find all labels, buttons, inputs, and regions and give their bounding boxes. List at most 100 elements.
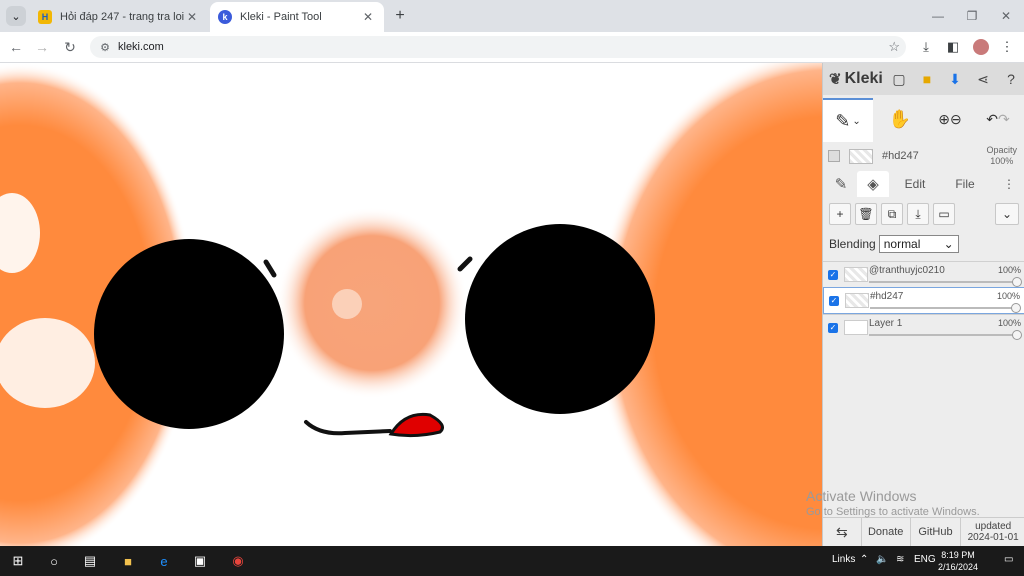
layer-thumbnail (845, 293, 869, 308)
zoom-controls: ⊕ ⊖ (927, 98, 973, 140)
download-icon[interactable]: ⤓ (916, 37, 936, 57)
hand-tool-button[interactable]: ✋ (875, 98, 925, 140)
chevron-down-icon[interactable]: ⌄ (852, 116, 860, 127)
new-image-icon[interactable]: ▢ (889, 69, 909, 89)
wifi-icon[interactable]: ≋ (896, 554, 904, 565)
zoom-out-icon[interactable]: ⊖ (950, 111, 962, 128)
close-tab-icon[interactable]: ✕ (360, 10, 376, 24)
tab-file[interactable]: File (943, 171, 987, 197)
open-folder-icon[interactable]: ■ (917, 69, 937, 89)
layer-visibility-checkbox[interactable]: ✓ (828, 322, 838, 333)
donate-link[interactable]: Donate (862, 518, 911, 546)
store-icon[interactable]: ▣ (190, 551, 210, 571)
blending-select[interactable]: normal ⌄ (878, 235, 959, 253)
layer-name: #hd247 (870, 291, 904, 302)
chevron-down-icon: ⌄ (943, 237, 954, 251)
layer-thumbnail (844, 267, 868, 282)
nose-blob (276, 207, 468, 399)
right-eyebrow (457, 256, 473, 272)
brush-tool-button[interactable]: ✎ ⌄ (823, 98, 873, 142)
more-options-icon[interactable]: ⋮ (999, 171, 1019, 197)
updated-date: 2024-01-01 (967, 532, 1019, 543)
profile-avatar[interactable] (973, 39, 989, 55)
close-tab-icon[interactable]: ✕ (184, 10, 200, 24)
site-info-icon[interactable]: ⚙ (94, 41, 116, 54)
links-toolbar[interactable]: Links (832, 554, 855, 565)
tab-kleki[interactable]: k Kleki - Paint Tool ✕ (210, 2, 384, 32)
activate-windows-title: Activate Windows (806, 488, 917, 504)
tab-hoidap[interactable]: H Hỏi đáp 247 - trang tra loi ✕ (30, 2, 208, 32)
kleki-logo[interactable]: ❦ Kleki (829, 70, 883, 88)
preview-opacity: Opacity 100% (986, 145, 1017, 167)
slider-knob[interactable] (1012, 277, 1022, 287)
side-panel-icon[interactable]: ◧ (943, 37, 963, 57)
tab-title: Kleki - Paint Tool (240, 11, 322, 23)
reload-icon[interactable]: ↻ (60, 37, 80, 57)
layer-actions: + 🗑 ⧉ ⤓ ▭ ⌄ (823, 203, 1024, 229)
save-download-icon[interactable]: ⬇ (945, 69, 965, 89)
brush-icon: ✎ (835, 110, 851, 131)
nose-highlight (332, 289, 362, 319)
kleki-header: ❦ Kleki ▢ ■ ⬇ ⋖ ? (823, 63, 1024, 95)
layer-visibility-checkbox[interactable]: ✓ (829, 295, 839, 306)
tab-search-button[interactable]: ⌄ (6, 6, 26, 26)
left-eye (94, 239, 284, 429)
new-tab-button[interactable]: + (390, 6, 410, 26)
tab-brush[interactable]: ✎ (827, 171, 855, 197)
close-window-button[interactable]: ✕ (994, 6, 1018, 26)
rename-layer-button[interactable]: ▭ (933, 203, 955, 225)
help-icon[interactable]: ? (1001, 69, 1021, 89)
back-icon[interactable]: ← (6, 37, 26, 57)
notification-icon[interactable]: ▭ (1004, 554, 1013, 565)
swap-side-icon[interactable]: ⇆ (823, 518, 862, 546)
layer-opacity-slider[interactable] (869, 330, 1022, 340)
tab-layers[interactable]: ◈ (857, 171, 889, 197)
layer-row[interactable]: ✓ Layer 1 100% (823, 314, 1024, 340)
language-indicator[interactable]: ENG (914, 554, 936, 565)
layer-visibility-checkbox[interactable]: ✓ (828, 269, 838, 280)
file-explorer-icon[interactable]: ■ (118, 551, 138, 571)
address-bar[interactable]: ⚙ kleki.com ☆ (90, 36, 906, 58)
browser-toolbar: ← → ↻ ⚙ kleki.com ☆ ⤓ ◧ ⋮ (0, 32, 1024, 63)
layer-thumbnail (844, 320, 868, 335)
updated-label: updated (975, 521, 1012, 532)
volume-icon[interactable]: 🔈 (876, 554, 888, 565)
changelog-link[interactable]: updated 2024-01-01 (961, 518, 1024, 546)
search-icon[interactable]: ○ (44, 551, 64, 571)
slider-knob[interactable] (1011, 303, 1021, 313)
layer-list: ✓ @tranthuyjc0210 100% ✓ #hd247 100% ✓ L… (823, 261, 1024, 340)
github-link[interactable]: GitHub (911, 518, 962, 546)
layer-row[interactable]: ✓ @tranthuyjc0210 100% (823, 261, 1024, 287)
delete-layer-button[interactable]: 🗑 (855, 203, 877, 225)
windows-start-icon[interactable]: ⊞ (8, 551, 28, 571)
layer-opacity-slider[interactable] (869, 277, 1022, 287)
share-icon[interactable]: ⋖ (973, 69, 993, 89)
layer-opacity-slider[interactable] (870, 303, 1021, 313)
preview-checkbox[interactable] (828, 150, 840, 162)
tab-edit[interactable]: Edit (893, 171, 937, 197)
forward-icon[interactable]: → (32, 37, 52, 57)
chevron-up-icon[interactable]: ⌃ (860, 554, 868, 565)
clock[interactable]: 8:19 PM 2/16/2024 (938, 549, 978, 573)
drawing-canvas[interactable] (0, 63, 822, 546)
chrome-icon[interactable]: ◉ (228, 551, 248, 571)
task-view-icon[interactable]: ▤ (80, 551, 100, 571)
layer-row[interactable]: ✓ #hd247 100% (823, 287, 1024, 314)
zoom-in-icon[interactable]: ⊕ (938, 111, 950, 128)
edge-icon[interactable]: e (154, 551, 174, 571)
current-layer-preview: #hd247 Opacity 100% (823, 143, 1024, 169)
bookmark-star-icon[interactable]: ☆ (888, 39, 900, 55)
layer-name: @tranthuyjc0210 (869, 265, 945, 276)
history-controls: ↶ ↷ (975, 98, 1021, 140)
layers-dropdown-button[interactable]: ⌄ (995, 203, 1019, 225)
undo-icon[interactable]: ↶ (986, 111, 998, 128)
artwork-svg (0, 63, 822, 546)
duplicate-layer-button[interactable]: ⧉ (881, 203, 903, 225)
redo-icon[interactable]: ↷ (998, 111, 1010, 128)
add-layer-button[interactable]: + (829, 203, 851, 225)
menu-icon[interactable]: ⋮ (997, 37, 1017, 57)
slider-knob[interactable] (1012, 330, 1022, 340)
merge-layer-button[interactable]: ⤓ (907, 203, 929, 225)
minimize-button[interactable]: — (926, 6, 950, 26)
restore-button[interactable]: ❐ (960, 6, 984, 26)
